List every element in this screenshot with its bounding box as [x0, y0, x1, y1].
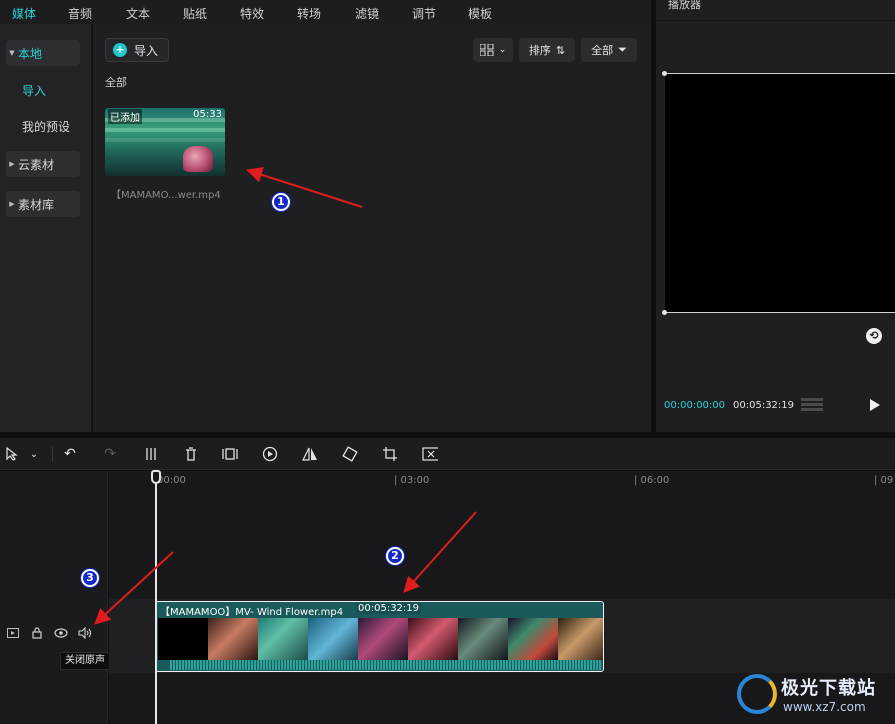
mute-tooltip: 关闭原声 [60, 652, 110, 670]
tab-effects[interactable]: 特效 [240, 5, 264, 22]
sort-icon: ⇅ [555, 43, 566, 57]
track-header [0, 471, 108, 724]
audio-waveform [170, 660, 601, 670]
clip-frame [508, 618, 558, 660]
rotate-icon[interactable] [342, 446, 358, 462]
watermark-logo [737, 674, 777, 714]
mirror-icon[interactable] [302, 446, 318, 462]
view-mode-button[interactable]: ⌄ [473, 38, 513, 62]
ruler-label: 00:00 [157, 475, 186, 486]
watermark: 极光下载站 www.xz7.com [737, 670, 893, 720]
annotation-marker-3: 3 [81, 569, 99, 587]
clip-frame [158, 618, 208, 660]
tab-text[interactable]: 文本 [126, 5, 150, 22]
filter-icon: ⏷ [618, 43, 627, 56]
tab-audio[interactable]: 音频 [68, 5, 92, 22]
media-sidebar: ▼ 本地 导入 我的预设 ▶ 云素材 ▶ 素材库 [0, 24, 92, 432]
playhead[interactable] [155, 470, 157, 724]
redo-icon[interactable]: ↷ [102, 446, 118, 462]
clip-frame [458, 618, 508, 660]
clip-frame [308, 618, 358, 660]
video-track-icon [6, 626, 20, 640]
chevron-down-icon: ⌄ [498, 45, 507, 55]
preview-screen[interactable] [665, 73, 895, 313]
sidebar-item-library[interactable]: ▶ 素材库 [6, 191, 80, 217]
import-button[interactable]: + 导入 [105, 38, 169, 62]
sidebar-item-local[interactable]: ▼ 本地 [6, 40, 80, 66]
clip-frame [208, 618, 258, 660]
watermark-name: 极光下载站 [781, 678, 876, 699]
smart-cut-icon[interactable] [422, 446, 438, 462]
sort-button[interactable]: 排序 ⇅ [519, 38, 575, 62]
thumbnail-detail [105, 138, 225, 142]
plus-icon: + [113, 43, 127, 57]
caret-down-icon: ▼ [9, 49, 15, 57]
reverse-icon[interactable] [262, 446, 278, 462]
media-panel: + 导入 ⌄ 排序 ⇅ 全部 ⏷ 全部 已添加 05:33 【MAMAMO...… [93, 24, 651, 432]
loop-icon[interactable]: ⟲ [866, 328, 882, 344]
annotation-marker-1: 1 [272, 193, 290, 211]
sidebar-item-cloud[interactable]: ▶ 云素材 [6, 151, 80, 177]
timeline-toolbar: ⌄ ↶ ↷ [0, 438, 895, 470]
undo-icon[interactable]: ↶ [62, 446, 78, 462]
clip-duration: 00:05:32:19 [356, 603, 422, 614]
filter-button[interactable]: 全部 ⏷ [581, 38, 637, 62]
caret-right-icon: ▶ [9, 200, 15, 208]
media-duration: 05:33 [193, 109, 222, 120]
crop-icon[interactable] [382, 446, 398, 462]
clip-frame [258, 618, 308, 660]
split-icon[interactable] [143, 446, 159, 462]
section-label: 全部 [105, 76, 127, 89]
tab-transitions[interactable]: 转场 [297, 5, 321, 22]
thumbnail-figure [183, 146, 213, 172]
top-tab-bar: 媒体 音频 文本 贴纸 特效 转场 滤镜 调节 模板 [0, 0, 651, 24]
play-icon[interactable] [870, 399, 880, 411]
total-time: 00:05:32:19 [733, 400, 795, 411]
select-tool-icon[interactable] [4, 446, 20, 462]
ruler-label: | 09 [874, 475, 894, 486]
added-badge: 已添加 [108, 109, 142, 124]
tab-filters[interactable]: 滤镜 [355, 5, 379, 22]
resize-handle[interactable] [662, 71, 667, 76]
clip-frame [558, 618, 603, 660]
clip-frames [158, 618, 603, 660]
audio-icon[interactable] [78, 626, 92, 640]
tab-media[interactable]: 媒体 [12, 5, 36, 22]
eye-icon[interactable] [54, 626, 68, 640]
media-thumbnail[interactable]: 已添加 05:33 [105, 108, 225, 176]
clip-title: 【MAMAMOO】MV- Wind Flower.mp4 [160, 607, 344, 618]
sidebar-item-import[interactable]: 导入 [6, 77, 80, 103]
tab-adjust[interactable]: 调节 [412, 5, 436, 22]
watermark-url: www.xz7.com [783, 700, 866, 714]
ratio-icon[interactable] [801, 398, 823, 413]
clip-frame [358, 618, 408, 660]
divider [656, 20, 895, 21]
annotation-marker-2: 2 [386, 547, 404, 565]
thumbnail-detail [105, 128, 225, 132]
current-time: 00:00:00:00 [664, 400, 726, 411]
clip-frame [408, 618, 458, 660]
media-filename: 【MAMAMO...wer.mp4 [111, 190, 221, 201]
chevron-down-icon[interactable]: ⌄ [26, 446, 42, 462]
tab-stickers[interactable]: 贴纸 [183, 5, 207, 22]
divider [52, 447, 53, 461]
resize-handle[interactable] [662, 310, 667, 315]
player-title: 播放器 [668, 0, 701, 11]
ruler-label: | 03:00 [394, 475, 430, 486]
grid-view-icon [479, 44, 494, 56]
tab-templates[interactable]: 模板 [468, 5, 492, 22]
delete-icon[interactable] [183, 446, 199, 462]
app-window: { "top_tabs": ["媒体", "音频", "文本", "贴纸", "… [0, 0, 895, 724]
caret-right-icon: ▶ [9, 160, 15, 168]
player-panel: 播放器 ⟲ 00:00:00:00 00:05:32:19 [656, 0, 895, 432]
sidebar-item-my-presets[interactable]: 我的预设 [6, 113, 80, 139]
playhead-handle[interactable] [151, 470, 161, 484]
freeze-icon[interactable] [222, 446, 238, 462]
lock-icon[interactable] [30, 626, 44, 640]
video-clip[interactable]: 【MAMAMOO】MV- Wind Flower.mp4 00:05:32:19 [155, 601, 604, 672]
ruler-label: | 06:00 [634, 475, 670, 486]
